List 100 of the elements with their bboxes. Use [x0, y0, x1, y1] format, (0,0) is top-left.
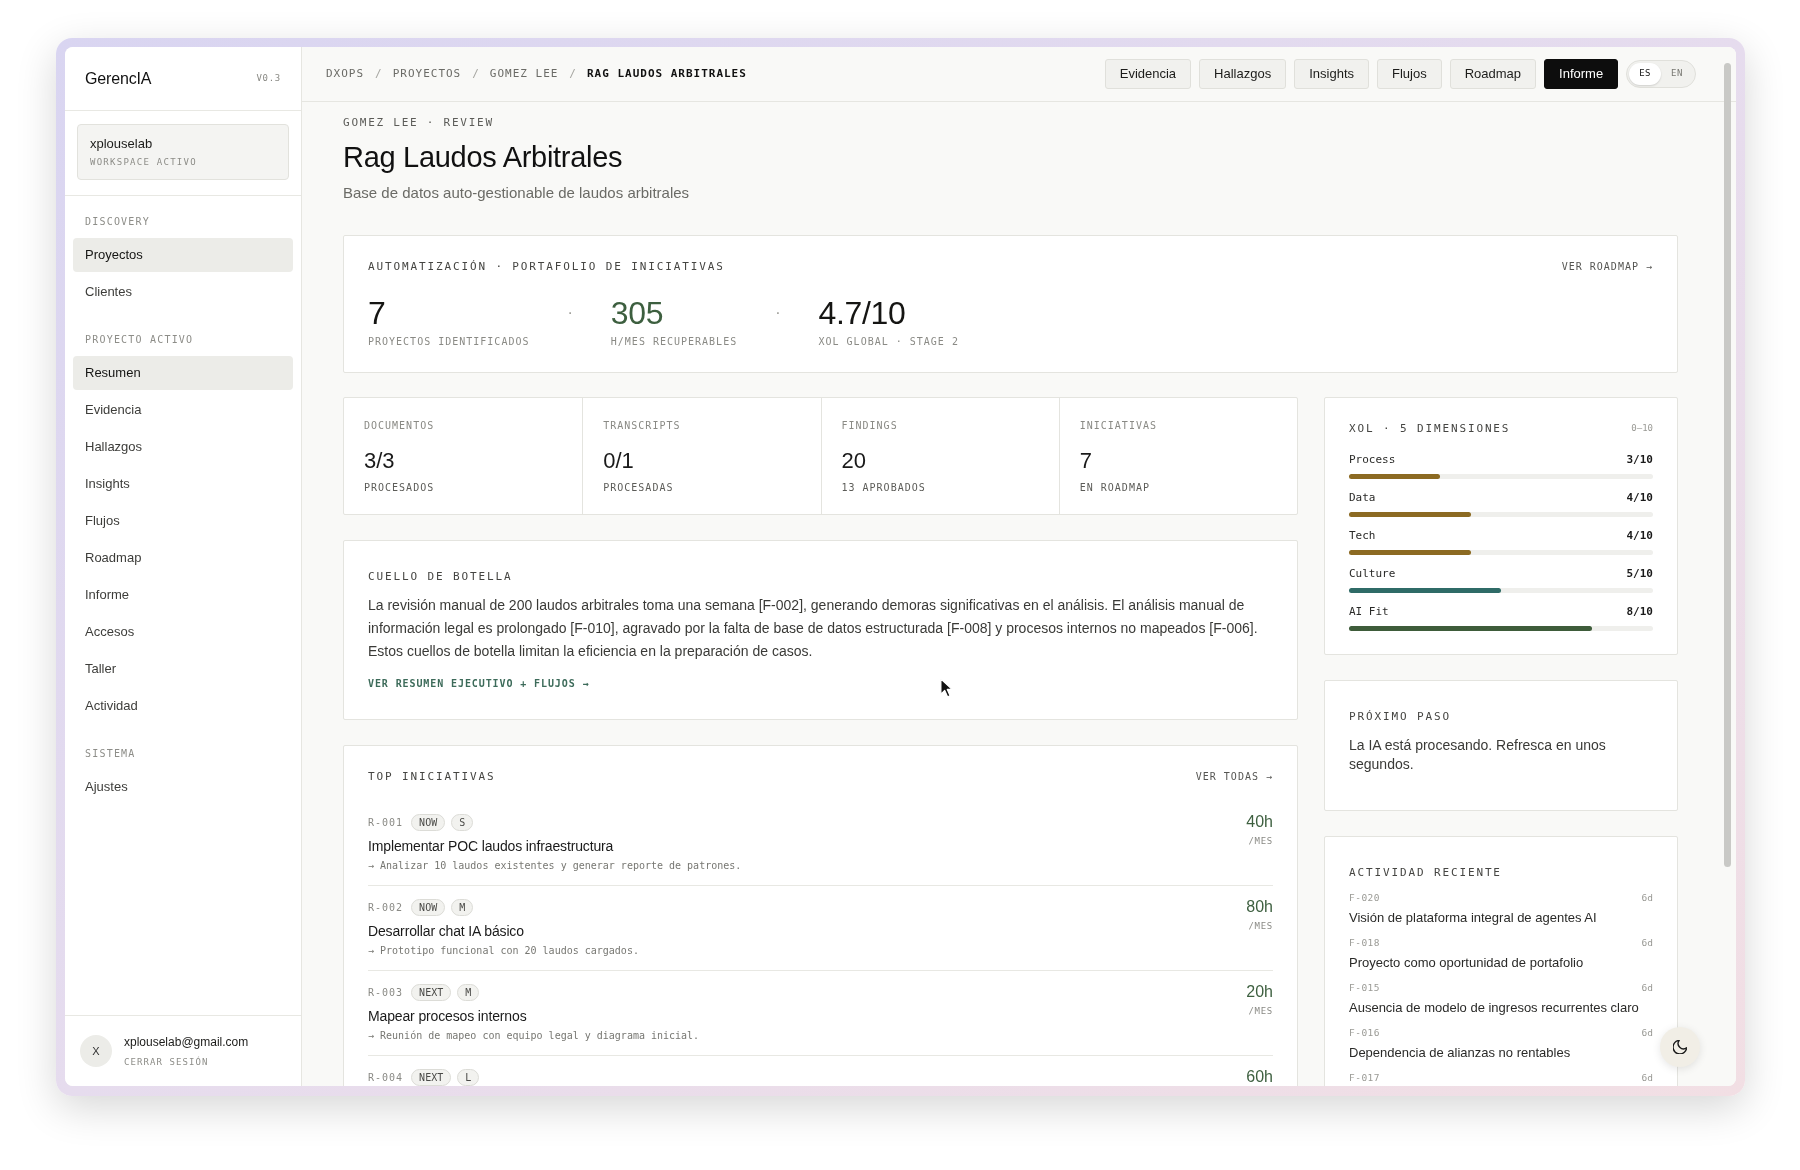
section-button[interactable]: Informe	[1544, 59, 1619, 89]
nav-item[interactable]: Accesos	[73, 615, 293, 649]
nav-item[interactable]: Ajustes	[73, 770, 293, 804]
nav-item[interactable]: Roadmap	[73, 541, 293, 575]
moon-icon	[1673, 1040, 1687, 1054]
next-step-text: La IA está procesando. Refresca en unos segundos.	[1349, 736, 1607, 774]
activity-age: 6d	[1641, 1071, 1653, 1085]
metric-label: XOL GLOBAL · STAGE 2	[818, 335, 959, 349]
section-button[interactable]: Evidencia	[1104, 59, 1192, 89]
initiative-id: R-002	[368, 900, 404, 915]
nav-item[interactable]: Informe	[73, 578, 293, 612]
hours-unit: /MES	[1248, 835, 1273, 847]
nav-item[interactable]: Clientes	[73, 275, 293, 309]
activity-title: Proyecto como oportunidad de portafolio	[1349, 954, 1585, 972]
card-link[interactable]: VER ROADMAP →	[1561, 260, 1653, 274]
initiative-description: → Analizar 10 laudos existentes y generar reporte de patrones.	[368, 859, 742, 873]
dimension-name: AI Fit	[1349, 605, 1389, 619]
nav-item[interactable]: Insights	[73, 467, 293, 501]
activity-id: F-016	[1349, 1026, 1380, 1040]
initiative-id: R-003	[368, 985, 404, 1000]
nav-item[interactable]: Proyectos	[73, 238, 293, 272]
card-title: TOP INICIATIVAS	[368, 770, 496, 784]
initiative-tag: M	[451, 898, 474, 916]
version-label: V0.3	[256, 71, 281, 85]
scrollbar-thumb[interactable]	[1724, 63, 1731, 867]
breadcrumb-link[interactable]: RAG LAUDOS ARBITRALES	[587, 65, 747, 83]
theme-toggle-button[interactable]	[1660, 1027, 1700, 1067]
initiative-title: Implementar POC laudos infraestructura	[368, 837, 615, 856]
breadcrumb-separator: /	[569, 65, 576, 82]
nav-item[interactable]: Resumen	[73, 356, 293, 390]
metric-separator: ·	[775, 303, 781, 323]
language-option[interactable]: ES	[1629, 63, 1662, 85]
stat-note: EN ROADMAP	[1079, 481, 1151, 495]
dimension-name: Culture	[1349, 567, 1396, 581]
activity-id: F-015	[1349, 981, 1380, 995]
breadcrumb-link[interactable]: GOMEZ LEE	[489, 65, 559, 83]
nav-item[interactable]: Actividad	[73, 689, 293, 723]
initiative-tag: NOW	[411, 813, 446, 831]
initiative-hours: 40h	[1246, 813, 1273, 831]
card-link[interactable]: VER TODAS →	[1195, 770, 1273, 784]
activity-age: 6d	[1641, 981, 1653, 995]
stat-value: 0/1	[603, 447, 635, 475]
nav-item[interactable]: Taller	[73, 652, 293, 686]
section-button[interactable]: Roadmap	[1449, 59, 1537, 89]
stat-label: INICIATIVAS	[1079, 419, 1158, 433]
stat-note: PROCESADOS	[364, 481, 436, 495]
card-title: CUELLO DE BOTELLA	[368, 570, 513, 584]
user-email: xplouselab@gmail.com	[124, 1034, 249, 1050]
initiative-title: Desarrollar chat IA básico	[368, 922, 525, 941]
stat-note: 13 APROBADOS	[841, 481, 927, 495]
dimension-name: Process	[1349, 453, 1396, 467]
sign-out-link[interactable]: CERRAR SESIÓN	[124, 1056, 249, 1068]
stat-label: TRANSCRIPTS	[603, 419, 682, 433]
card-link[interactable]: VER RESUMEN EJECUTIVO + FLUJOS →	[368, 677, 590, 691]
card-title: XOL · 5 DIMENSIONES	[1349, 422, 1511, 436]
bottleneck-text: La revisión manual de 200 laudos arbitrales toma una semana [F-002], generando demoras significativas en el análisis. El análisis manual de información legal es prolongado [F-010], agravado por la falta de base de datos estructurada [F-008] y procesos internos no mapeados [F-006]. Estos cuellos de botella limitan la eficiencia en la preparación de casos.	[368, 596, 1259, 661]
initiative-tag: NEXT	[411, 983, 452, 1001]
workspace-name: xplouselab	[90, 136, 154, 152]
dimension-score: 4/10	[1626, 491, 1653, 505]
initiative-hours: 80h	[1246, 898, 1273, 916]
metric-value: 305	[610, 295, 665, 331]
breadcrumb-link[interactable]: PROYECTOS	[392, 65, 462, 83]
breadcrumb-separator: /	[375, 65, 382, 82]
activity-age: 6d	[1641, 936, 1653, 950]
initiative-tag: M	[457, 983, 480, 1001]
page-eyebrow: GOMEZ LEE · REVIEW	[343, 116, 495, 130]
metric-value: 7	[368, 295, 387, 331]
app-name: GerencIA	[85, 68, 152, 89]
dimension-name: Tech	[1349, 529, 1376, 543]
page-title: Rag Laudos Arbitrales	[343, 140, 624, 175]
nav-item[interactable]: Hallazgos	[73, 430, 293, 464]
scale-range: 0–10	[1631, 422, 1653, 436]
section-button[interactable]: Insights	[1294, 59, 1369, 89]
dimension-name: Data	[1349, 491, 1376, 505]
nav-item[interactable]: Evidencia	[73, 393, 293, 427]
activity-title: Visión de plataforma integral de agentes AI	[1349, 909, 1598, 927]
metric-value: 4.7/10	[818, 295, 907, 331]
stat-value: 3/3	[364, 447, 396, 475]
nav-item[interactable]: Flujos	[73, 504, 293, 538]
activity-title: Ausencia de modelo de ingresos recurrentes claro	[1349, 999, 1640, 1017]
activity-id: F-018	[1349, 936, 1380, 950]
card-title: ACTIVIDAD RECIENTE	[1349, 866, 1503, 880]
initiative-hours: 60h	[1246, 1068, 1273, 1086]
section-heading: DISCOVERY	[84, 215, 151, 229]
activity-id: F-020	[1349, 891, 1380, 905]
initiative-tag: S	[451, 813, 474, 831]
initiative-tag: L	[457, 1068, 480, 1086]
language-option[interactable]: EN	[1661, 63, 1693, 85]
metric-separator: ·	[567, 303, 573, 323]
activity-title: Dependencia de alianzas no rentables	[1349, 1044, 1572, 1062]
initiative-description: → Prototipo funcional con 20 laudos cargados.	[368, 944, 639, 958]
section-button[interactable]: Hallazgos	[1199, 59, 1287, 89]
section-button[interactable]: Flujos	[1377, 59, 1442, 89]
stat-note: PROCESADAS	[603, 481, 675, 495]
initiative-title: Mapear procesos internos	[368, 1007, 528, 1026]
breadcrumb-link[interactable]: DXOPS	[326, 65, 365, 83]
hours-unit: /MES	[1248, 1005, 1273, 1017]
dimension-score: 4/10	[1626, 529, 1653, 543]
card-title: PRÓXIMO PASO	[1349, 710, 1452, 724]
stat-label: FINDINGS	[841, 419, 899, 433]
